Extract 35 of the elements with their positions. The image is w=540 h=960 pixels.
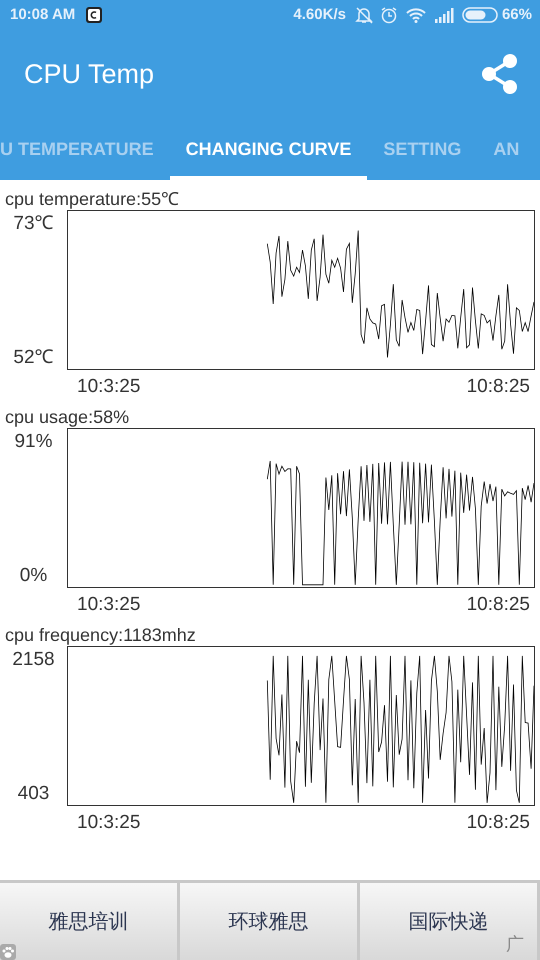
tab[interactable]: CHANGING CURVE <box>170 118 368 180</box>
wifi-icon <box>406 7 426 23</box>
battery-icon <box>462 7 498 23</box>
ad-link-button[interactable]: 环球雅思 <box>180 883 360 960</box>
axis-label: 10:8:25 <box>466 812 530 834</box>
signal-icon <box>434 7 454 23</box>
mute-icon <box>354 6 374 24</box>
axis-label: 10:8:25 <box>466 594 530 616</box>
paw-icon <box>0 944 16 960</box>
axis-label: 73℃ <box>12 212 55 236</box>
network-speed: 4.60K/s <box>293 4 346 25</box>
status-time: 10:08 AM <box>10 4 76 25</box>
alarm-icon <box>380 6 398 24</box>
axis-label: 10:8:25 <box>466 376 530 398</box>
axis-label: 2158 <box>11 648 56 672</box>
axis-label: 10:3:25 <box>77 812 140 834</box>
chart-title: cpu frequency:1183mhz <box>4 624 197 646</box>
axis-label: 10:3:25 <box>77 376 140 398</box>
app-title: CPU Temp <box>24 58 154 91</box>
axis-label: 52℃ <box>12 346 55 370</box>
share-icon <box>480 53 520 95</box>
ad-label: 广 <box>506 933 524 956</box>
axis-label: 0% <box>18 564 48 588</box>
tab[interactable]: AN <box>477 118 520 180</box>
tab[interactable]: U TEMPERATURE <box>0 118 170 180</box>
chart-title: cpu usage:58% <box>4 406 130 428</box>
axis-label: 91% <box>13 430 54 454</box>
chart-title: cpu temperature:55℃ <box>4 188 180 210</box>
axis-label: 10:3:25 <box>77 594 140 616</box>
app-notification-icon <box>85 6 104 24</box>
share-button[interactable] <box>480 53 520 95</box>
axis-label: 403 <box>16 782 50 806</box>
ad-link-button[interactable]: 雅思培训 <box>0 883 180 960</box>
tab[interactable]: SETTING <box>367 118 478 180</box>
battery-percent: 66% <box>502 4 532 25</box>
